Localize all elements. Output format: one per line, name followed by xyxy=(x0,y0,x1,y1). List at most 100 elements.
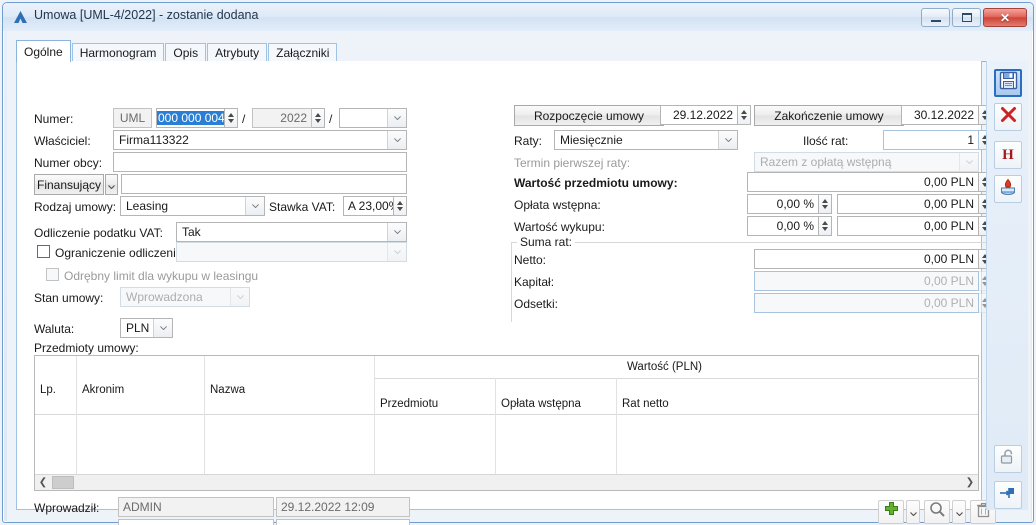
numer-series-combo[interactable] xyxy=(339,108,407,128)
stan-umowy-value: Wprowadzona xyxy=(126,290,203,304)
termin-pierwszej-raty-label: Termin pierwszej raty: xyxy=(514,156,631,170)
tab-label: Ogólne xyxy=(24,44,63,59)
oplata-wstepna-value-field[interactable]: 0,00 PLN xyxy=(837,194,979,214)
tab-harmonogram[interactable]: Harmonogram xyxy=(71,43,165,62)
wlasciciel-value: Firma113322 xyxy=(119,133,189,147)
zakonczenie-umowy-label: Zakończenie umowy xyxy=(774,108,884,123)
ograniczenie-label: Ograniczenie odliczenia: xyxy=(55,246,186,260)
tab-opis[interactable]: Opis xyxy=(165,43,207,62)
zakonczenie-umowy-button[interactable]: Zakończenie umowy xyxy=(754,105,904,126)
raty-label: Raty: xyxy=(514,134,543,148)
ograniczenie-checkbox[interactable] xyxy=(37,245,50,258)
minimize-icon xyxy=(930,19,941,22)
netto-field[interactable]: 0,00 PLN xyxy=(754,249,979,269)
search-dropdown-button[interactable] xyxy=(952,500,966,524)
close-document-button[interactable] xyxy=(994,103,1022,131)
rozpoczecie-umowy-button[interactable]: Rozpoczęcie umowy xyxy=(514,105,664,126)
termin-pierwszej-raty-combo: Razem z opłatą wstępną xyxy=(754,152,979,172)
add-dropdown-button[interactable] xyxy=(906,500,920,524)
waluta-value: PLN xyxy=(126,321,150,335)
chevron-down-icon xyxy=(230,288,249,306)
grid-divider xyxy=(495,378,496,475)
scrollbar-thumb[interactable] xyxy=(52,476,74,489)
minimize-button[interactable] xyxy=(921,8,950,27)
window-title: Umowa [UML-4/2022] - zostanie dodana xyxy=(34,8,259,22)
pin-button[interactable] xyxy=(994,481,1022,509)
wartosc-przedmiotu-field[interactable]: 0,00 PLN xyxy=(747,172,979,192)
odsetki-label: Odsetki: xyxy=(514,297,559,311)
oplata-wstepna-percent-spinner[interactable] xyxy=(819,194,832,214)
stan-umowy-combo: Wprowadzona xyxy=(120,287,250,307)
odliczenie-label: Odliczenie podatku VAT: xyxy=(34,226,163,240)
chevron-down-icon xyxy=(108,178,115,192)
rozpoczecie-date-spinner[interactable] xyxy=(738,105,751,125)
grid-divider xyxy=(374,356,375,475)
rozpoczecie-date-field[interactable]: 29.12.2022 xyxy=(660,105,738,125)
wartosc-wykupu-value-field[interactable]: 0,00 PLN xyxy=(837,216,979,236)
rodzaj-umowy-combo[interactable]: Leasing xyxy=(120,196,265,216)
grid-col-akronim: Akronim xyxy=(82,384,125,396)
grid-divider xyxy=(616,378,617,475)
close-button[interactable]: ✕ xyxy=(983,8,1027,27)
history-button[interactable]: H xyxy=(994,141,1022,169)
pin-icon xyxy=(999,486,1017,505)
numer-spinner[interactable] xyxy=(225,108,238,128)
chevron-down-icon xyxy=(718,131,737,149)
finansujacy-input[interactable] xyxy=(121,174,407,194)
tab-ogolne[interactable]: Ogólne xyxy=(16,40,71,62)
odliczenie-combo[interactable]: Tak xyxy=(176,222,407,242)
wartosc-przedmiotu-label: Wartość przedmiotu umowy: xyxy=(514,176,678,190)
wprowadzil-date-field: 29.12.2022 12:09 xyxy=(276,497,410,517)
raty-value: Miesięcznie xyxy=(560,133,623,147)
grid-header-underline xyxy=(35,414,978,415)
wprowadzil-label: Wprowadził: xyxy=(34,501,100,515)
zakonczenie-date-field[interactable]: 30.12.2022 xyxy=(901,105,979,125)
rodzaj-umowy-value: Leasing xyxy=(126,199,169,213)
lock-button[interactable] xyxy=(994,445,1022,473)
stamp-button[interactable] xyxy=(994,175,1022,203)
waluta-combo[interactable]: PLN xyxy=(120,318,173,338)
raty-combo[interactable]: Miesięcznie xyxy=(554,130,738,150)
wartosc-wykupu-label: Wartość wykupu: xyxy=(514,220,605,234)
grid-horizontal-scrollbar[interactable]: ❮ ❯ xyxy=(35,474,978,490)
numer-year-spinner[interactable] xyxy=(312,108,325,128)
wartosc-wykupu-percent-spinner[interactable] xyxy=(819,216,832,236)
finansujacy-button[interactable]: Finansujący xyxy=(34,174,104,195)
numer-label: Numer: xyxy=(34,112,74,126)
ilosc-rat-label: Ilość rat: xyxy=(803,134,849,148)
finansujacy-dropdown-button[interactable] xyxy=(105,174,118,195)
chevron-down-icon xyxy=(387,131,406,149)
chevron-down-icon xyxy=(387,243,406,261)
scroll-left-icon[interactable]: ❮ xyxy=(35,475,51,490)
numer-value-input[interactable]: 000 000 004 xyxy=(156,108,225,128)
scroll-right-icon[interactable]: ❯ xyxy=(962,475,978,490)
tab-bar: Ogólne Harmonogram Opis Atrybuty Załączn… xyxy=(16,40,338,62)
maximize-button[interactable] xyxy=(952,8,981,27)
tab-atrybuty[interactable]: Atrybuty xyxy=(207,43,268,62)
finansujacy-label: Finansujący xyxy=(36,177,102,192)
odrebny-limit-label: Odrębny limit dla wykupu w leasingu xyxy=(64,269,259,283)
save-floppy-icon xyxy=(999,71,1018,95)
wlasciciel-combo[interactable]: Firma113322 xyxy=(113,130,407,150)
rodzaj-umowy-label: Rodzaj umowy: xyxy=(34,200,117,214)
grid-col-nazwa: Nazwa xyxy=(210,384,246,396)
tab-zalaczniki[interactable]: Załączniki xyxy=(268,43,338,62)
add-button[interactable] xyxy=(878,500,904,524)
numer-obcy-input[interactable] xyxy=(113,152,407,172)
waluta-label: Waluta: xyxy=(34,322,75,336)
oplata-wstepna-label: Opłata wstępna: xyxy=(514,198,601,212)
kapital-field: 0,00 PLN xyxy=(754,271,979,291)
triangle-logo-icon xyxy=(13,10,28,24)
ilosc-rat-field[interactable]: 1 xyxy=(883,130,979,150)
numer-prefix-field: UML xyxy=(113,108,152,128)
wartosc-wykupu-percent-field[interactable]: 0,00 % xyxy=(747,216,819,236)
stawka-vat-spinner[interactable] xyxy=(394,196,407,216)
stawka-vat-field[interactable]: A 23,00% xyxy=(343,196,394,216)
numer-separator-2: / xyxy=(329,112,333,126)
przedmioty-grid[interactable]: Wartość (PLN) Lp. Akronim Nazwa Przedmio… xyxy=(34,355,979,491)
oplata-wstepna-percent-field[interactable]: 0,00 % xyxy=(747,194,819,214)
stamp-icon xyxy=(999,178,1017,201)
window-controls: ✕ xyxy=(921,8,1027,27)
save-button[interactable] xyxy=(994,69,1022,97)
search-button[interactable] xyxy=(924,500,950,524)
